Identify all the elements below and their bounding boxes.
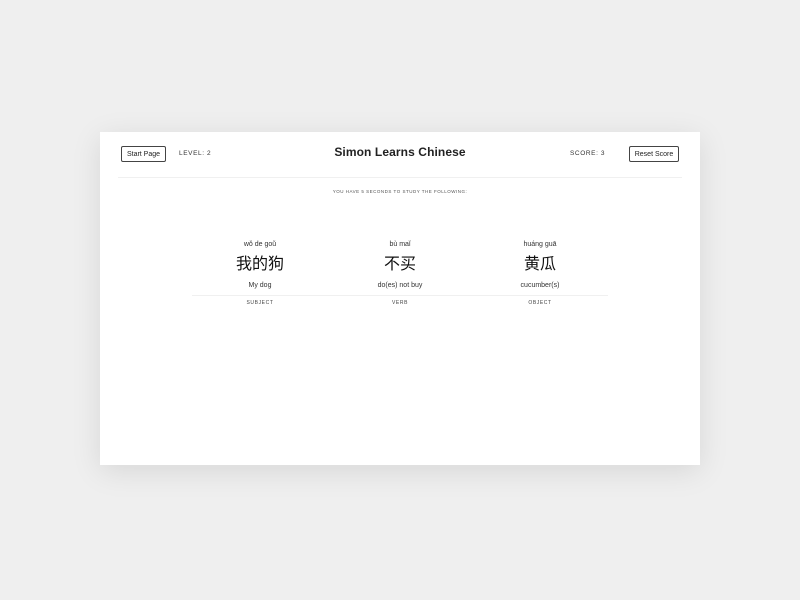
- page-title: Simon Learns Chinese: [334, 145, 466, 159]
- pinyin-text: bù maǐ: [389, 241, 411, 248]
- english-meaning: do(es) not buy: [377, 282, 423, 289]
- chinese-characters: 不买: [383, 254, 416, 273]
- role-label-object: OBJECT: [528, 300, 552, 306]
- pinyin-text: huáng guā: [523, 241, 557, 248]
- game-card: Start Page LEVEL: 2 Simon Learns Chinese…: [100, 132, 700, 465]
- role-label-subject: SUBJECT: [246, 300, 274, 306]
- chinese-characters: 我的狗: [235, 254, 284, 273]
- score-indicator: SCORE: 3: [570, 150, 606, 157]
- reset-score-button[interactable]: Reset Score: [629, 146, 679, 162]
- role-label-verb: VERB: [391, 300, 409, 306]
- chinese-characters: 黄瓜: [523, 254, 556, 273]
- word-verb: bù maǐ 不买 do(es) not buy: [330, 240, 470, 290]
- header-bar: Start Page LEVEL: 2 Simon Learns Chinese…: [100, 132, 700, 178]
- word-subject: wǒ de goǔ 我的狗 My dog: [190, 240, 330, 290]
- header-divider: [118, 177, 682, 178]
- word-object: huáng guā 黄瓜 cucumber(s): [470, 240, 610, 290]
- english-meaning: cucumber(s): [520, 282, 560, 289]
- pinyin-text: wǒ de goǔ: [243, 241, 277, 248]
- study-instruction: YOU HAVE 5 SECONDS TO STUDY THE FOLLOWIN…: [332, 189, 468, 194]
- roles-divider: [192, 295, 608, 296]
- english-meaning: My dog: [248, 282, 272, 289]
